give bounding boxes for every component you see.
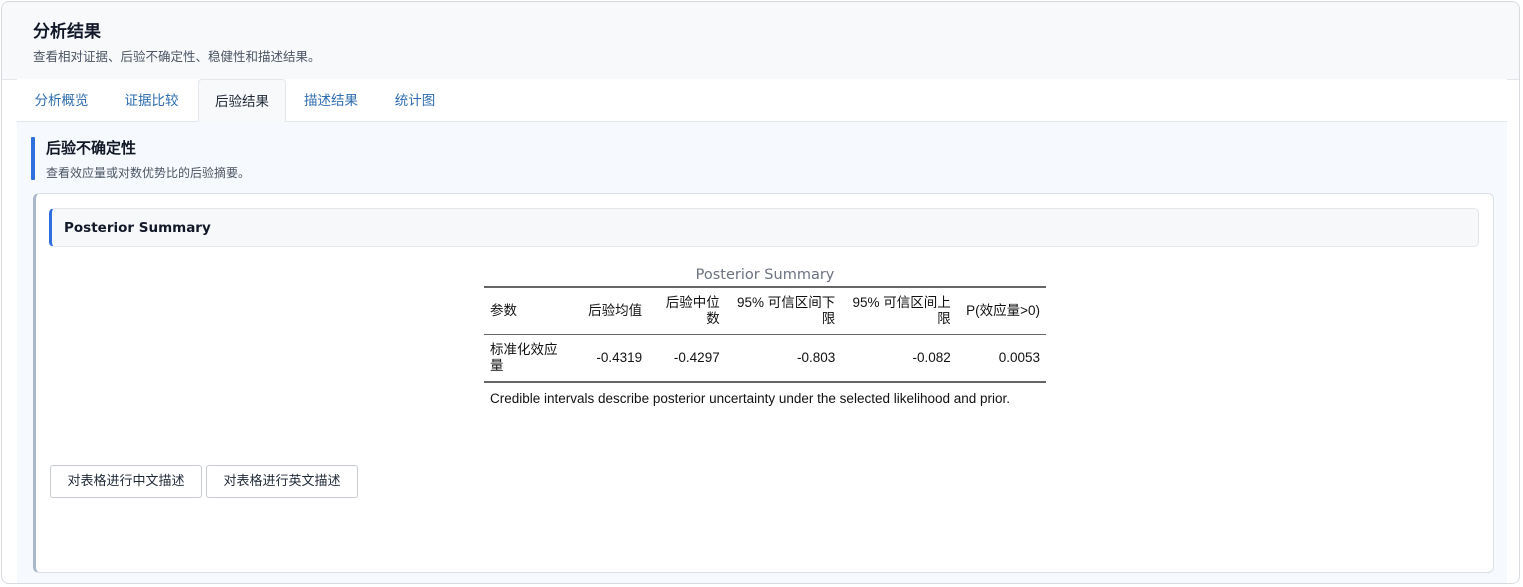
posterior-summary-card: Posterior Summary Posterior Summary 参数 后… xyxy=(33,193,1494,573)
page-subtitle: 查看相对证据、后验不确定性、稳健性和描述结果。 xyxy=(33,49,321,64)
describe-table-english-button[interactable]: 对表格进行英文描述 xyxy=(206,465,358,498)
tab-posterior-results[interactable]: 后验结果 xyxy=(198,79,286,122)
col-header-posterior-median: 后验中位数 xyxy=(665,295,720,326)
tab-panel-posterior: 后验不确定性 查看效应量或对数优势比的后验摘要。 Posterior Summa… xyxy=(17,122,1507,583)
cell-ci-lower: -0.803 xyxy=(796,350,836,365)
summary-table-container: Posterior Summary 参数 后验均值 后验中位数 95% 可信区间… xyxy=(484,264,1046,407)
tab-evidence-compare[interactable]: 证据比较 xyxy=(110,79,193,121)
app-window: 分析结果 查看相对证据、后验不确定性、稳健性和描述结果。 分析概览 证据比较 后… xyxy=(1,1,1520,584)
table-header-row: 参数 后验均值 后验中位数 95% 可信区间下限 95% 可信区间上限 P(效应… xyxy=(484,287,1046,335)
cell-posterior-median: -0.4297 xyxy=(673,350,720,365)
col-header-prob-positive: P(效应量>0) xyxy=(966,303,1040,318)
table-note: Credible intervals describe posterior un… xyxy=(490,391,1011,406)
table-row: 标准化效应量 -0.4319 -0.4297 -0.803 -0.082 0.0… xyxy=(484,335,1046,382)
tab-overview[interactable]: 分析概览 xyxy=(17,79,106,121)
card-title: Posterior Summary xyxy=(64,220,211,236)
card-header: Posterior Summary xyxy=(49,208,1479,247)
cell-parameter: 标准化效应量 xyxy=(490,342,558,373)
describe-table-chinese-button[interactable]: 对表格进行中文描述 xyxy=(50,465,202,498)
col-header-ci-upper: 95% 可信区间上限 xyxy=(852,295,951,326)
posterior-summary-table: 参数 后验均值 后验中位数 95% 可信区间下限 95% 可信区间上限 P(效应… xyxy=(484,286,1046,383)
col-header-ci-lower: 95% 可信区间下限 xyxy=(736,295,836,326)
tab-descriptive-results[interactable]: 描述结果 xyxy=(289,79,373,121)
cell-prob-positive: 0.0053 xyxy=(998,350,1040,365)
section-accent-bar xyxy=(31,137,35,180)
tab-bar: 分析概览 证据比较 后验结果 描述结果 统计图 xyxy=(17,79,1507,122)
cell-ci-upper: -0.082 xyxy=(912,350,951,365)
page-header: 分析结果 查看相对证据、后验不确定性、稳健性和描述结果。 xyxy=(2,2,1519,80)
page-title: 分析结果 xyxy=(33,22,101,42)
section-title: 后验不确定性 xyxy=(46,139,137,157)
tab-statistical-plots[interactable]: 统计图 xyxy=(377,79,453,121)
col-header-parameter: 参数 xyxy=(490,303,517,318)
section-subtitle: 查看效应量或对数优势比的后验摘要。 xyxy=(46,166,251,180)
table-caption: Posterior Summary xyxy=(695,267,835,283)
cell-posterior-mean: -0.4319 xyxy=(596,350,643,365)
col-header-posterior-mean: 后验均值 xyxy=(588,303,643,318)
